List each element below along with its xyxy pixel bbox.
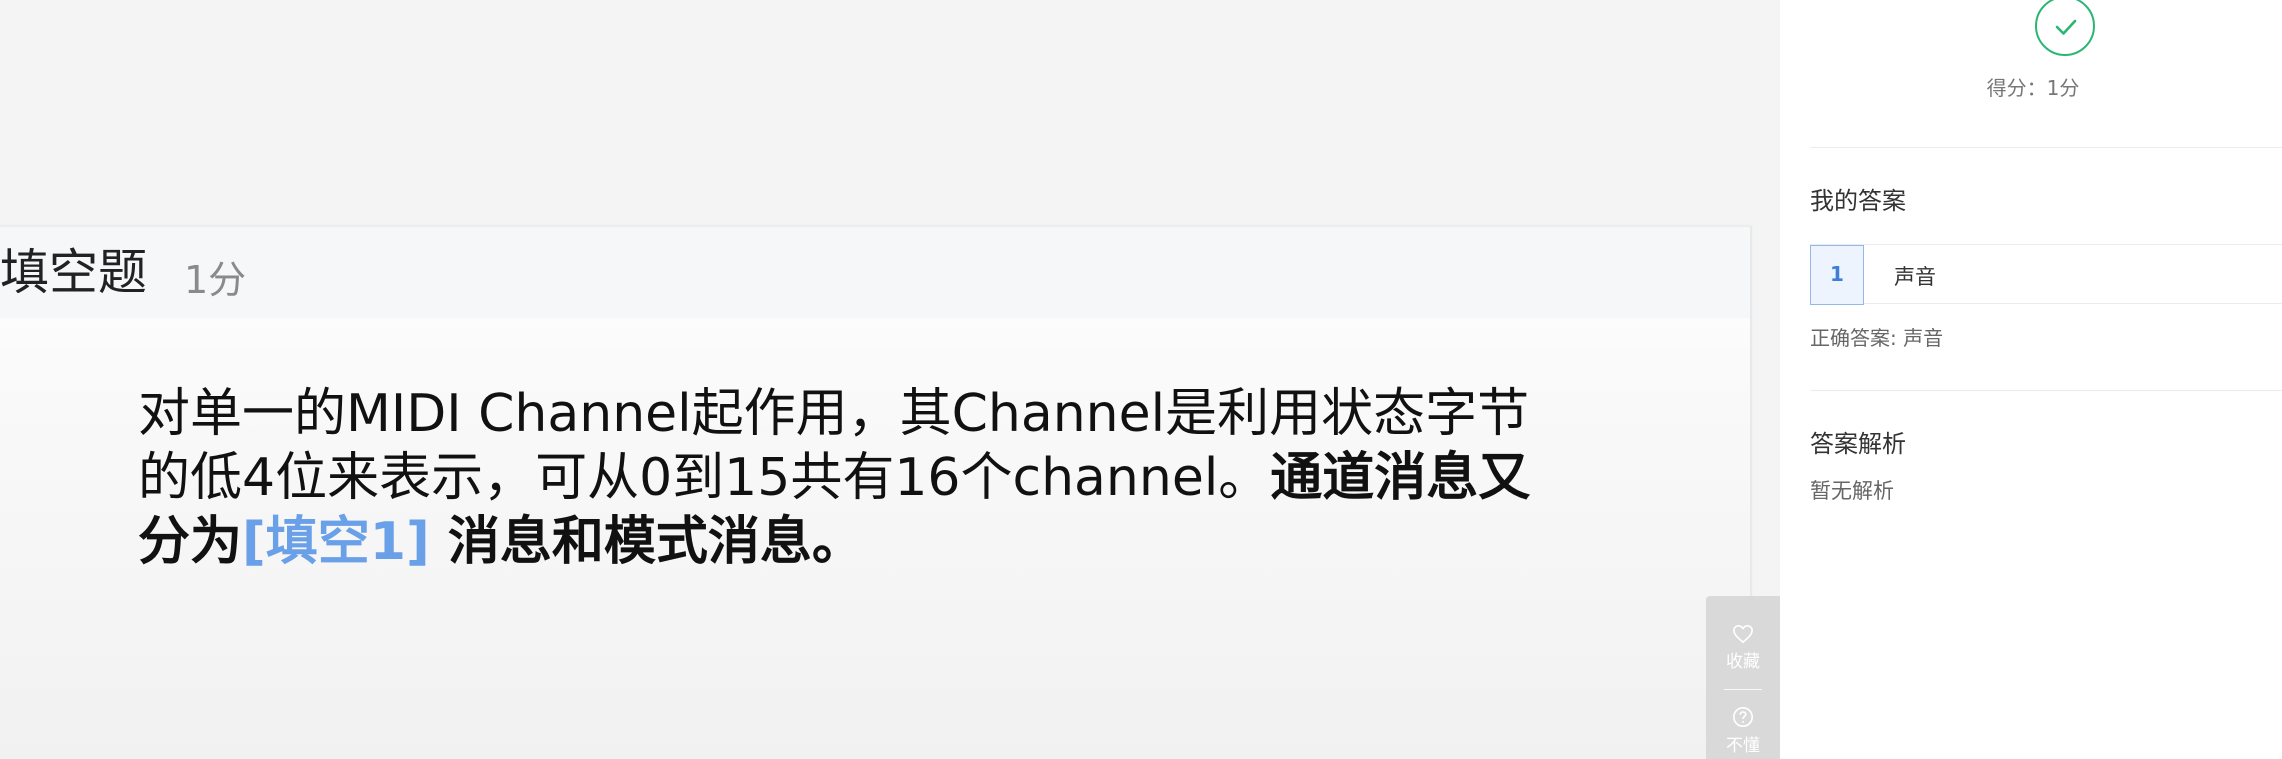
my-answer-title: 我的答案 [1810, 187, 1906, 215]
question-circle-icon [1706, 706, 1780, 728]
question-score: 1分 [184, 258, 247, 302]
blank-1[interactable]: [填空1] [242, 512, 430, 572]
question-area: 填空题 1分 对单一的MIDI Channel起作用，其Channel是利用状态… [0, 0, 1780, 759]
question-header: 填空题 1分 [0, 226, 1750, 318]
not-understand-label: 不懂 [1726, 736, 1760, 756]
favorite-button[interactable]: 收藏 [1706, 624, 1780, 672]
floating-toolbar: 收藏 不懂 [1706, 596, 1780, 759]
my-answer-value: 声音 [1894, 265, 1936, 289]
heart-icon [1706, 624, 1780, 644]
check-icon [2035, 0, 2095, 56]
stem-bold-text-2: 消息和模式消息。 [429, 512, 864, 572]
correct-answer: 正确答案: 声音 [1810, 326, 1944, 350]
tool-divider [1724, 689, 1762, 690]
score-text: 得分：1分 [1986, 76, 2080, 100]
divider [1810, 147, 2282, 148]
not-understand-button[interactable]: 不懂 [1706, 706, 1780, 756]
analysis-title: 答案解析 [1810, 430, 1906, 458]
answer-index-badge: 1 [1810, 245, 1864, 305]
analysis-content: 暂无解析 [1810, 479, 1894, 503]
my-answer-row: 1 声音 [1810, 244, 2282, 305]
question-card: 填空题 1分 对单一的MIDI Channel起作用，其Channel是利用状态… [0, 226, 1752, 759]
question-type: 填空题 [0, 244, 148, 301]
divider [1810, 390, 2282, 391]
result-panel: 得分：1分 我的答案 1 声音 正确答案: 声音 答案解析 暂无解析 [1780, 0, 2282, 759]
favorite-label: 收藏 [1726, 652, 1760, 672]
question-stem: 对单一的MIDI Channel起作用，其Channel是利用状态字节的低4位来… [138, 382, 1558, 574]
